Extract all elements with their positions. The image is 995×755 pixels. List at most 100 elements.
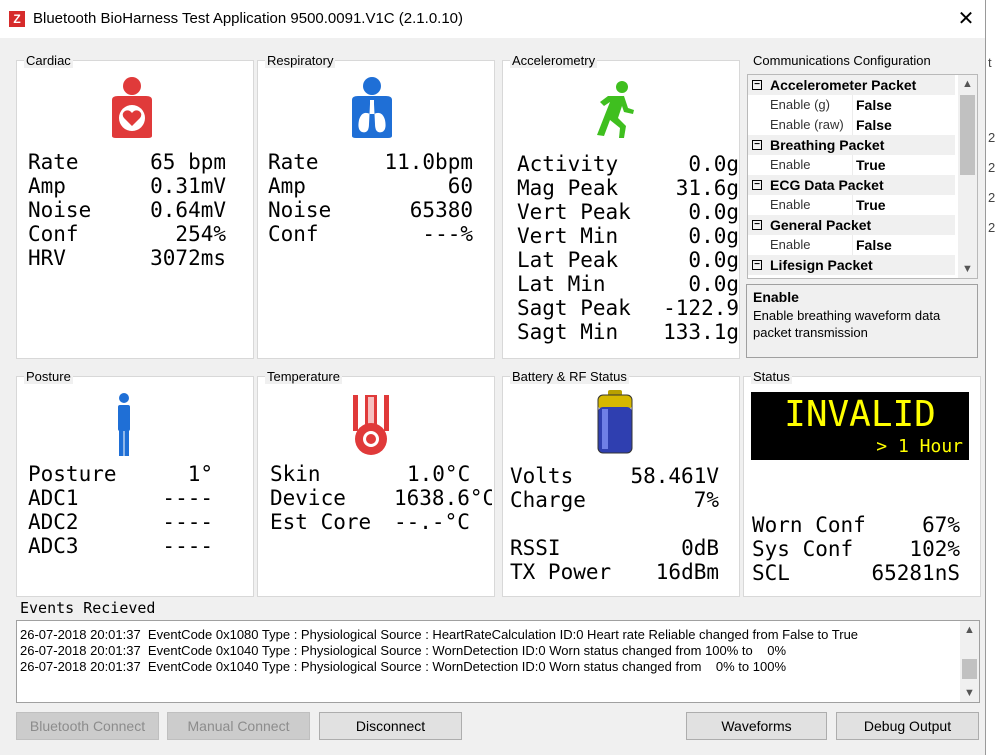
comms-scrollbar[interactable]: ▲ ▼ <box>958 75 977 278</box>
reading-value: 0.0g <box>688 200 739 224</box>
comms-title: Communications Configuration <box>751 53 933 68</box>
column-divider <box>852 235 853 255</box>
window-title: Bluetooth BioHarness Test Application 95… <box>33 10 464 27</box>
collapse-icon[interactable]: − <box>752 180 762 190</box>
reading-value: 60 <box>447 174 473 198</box>
reading-label: Sagt Peak <box>517 296 631 320</box>
status-readings: Worn Conf 67% Sys Conf 102% SCL 65281nS <box>752 513 974 589</box>
desc-title: Enable <box>753 289 799 305</box>
category-label: Accelerometer Packet <box>770 77 917 93</box>
property-value[interactable]: False <box>856 115 892 135</box>
reading-value: 3072ms <box>150 246 226 270</box>
reading-label: TX Power <box>510 560 612 584</box>
reading-label: ADC2 <box>28 510 79 534</box>
debug-output-button[interactable]: Debug Output <box>836 712 979 740</box>
property-value[interactable]: True <box>856 155 886 175</box>
reading-label: Activity <box>517 152 619 176</box>
status-duration: > 1 Hour <box>876 436 963 457</box>
reading-value: 16dBm <box>655 560 719 584</box>
reading-label: Worn Conf <box>752 513 866 537</box>
accelerometry-readings: Activity 0.0g Mag Peak 31.6g Vert Peak 0.0g Ve… <box>517 152 739 352</box>
property-row[interactable]: Enable (raw) False <box>748 115 955 135</box>
property-value[interactable]: True <box>856 195 886 215</box>
reading-label: Noise <box>28 198 92 222</box>
events-scrollbar[interactable]: ▲ ▼ <box>960 621 979 702</box>
title-bar: Z Bluetooth BioHarness Test Application … <box>0 0 985 38</box>
waveforms-button[interactable]: Waveforms <box>686 712 827 740</box>
collapse-icon[interactable]: − <box>752 260 762 270</box>
property-category[interactable]: − Accelerometer Packet <box>748 75 955 95</box>
category-label: General Packet <box>770 217 872 233</box>
posture-title: Posture <box>24 369 73 384</box>
property-name: Enable <box>770 237 811 252</box>
event-line[interactable]: 26-07-2018 20:01:37 EventCode 0x1080 Typ… <box>20 627 858 643</box>
reading-label: Lat Min <box>517 272 606 296</box>
scroll-down-icon[interactable]: ▼ <box>960 687 979 699</box>
scroll-up-icon[interactable]: ▲ <box>958 75 977 93</box>
reading-value: 7% <box>693 488 719 512</box>
reading-label: Charge <box>510 488 586 512</box>
property-category[interactable]: − General Packet <box>748 215 955 235</box>
reading-value: 102% <box>909 537 960 561</box>
respiratory-readings: Rate 11.0bpm Amp 60 Noise 65380 Conf ---% <box>268 150 483 260</box>
reading-value: 0.0g <box>688 152 739 176</box>
column-divider <box>852 155 853 175</box>
scroll-thumb[interactable] <box>960 95 975 175</box>
background-text: 2 <box>988 220 995 235</box>
reading-value: 0.31mV <box>150 174 226 198</box>
property-row[interactable]: Enable True <box>748 195 955 215</box>
collapse-icon[interactable]: − <box>752 140 762 150</box>
background-text: 2 <box>988 160 995 175</box>
reading-label: ADC1 <box>28 486 79 510</box>
reading-value: 1.0°C <box>407 462 471 486</box>
property-value[interactable]: False <box>856 235 892 255</box>
reading-label: Device <box>270 486 346 510</box>
property-row[interactable]: Enable True <box>748 155 955 175</box>
reading-label: Amp <box>268 174 306 198</box>
reading-label: Amp <box>28 174 66 198</box>
property-row[interactable]: Enable False <box>748 235 955 255</box>
manual-connect-button[interactable]: Manual Connect <box>167 712 310 740</box>
running-person-icon <box>597 81 634 138</box>
reading-label: RSSI <box>510 536 561 560</box>
scroll-down-icon[interactable]: ▼ <box>958 260 977 278</box>
reading-label: Lat Peak <box>517 248 619 272</box>
reading-label: SCL <box>752 561 790 585</box>
scroll-thumb[interactable] <box>962 659 977 679</box>
scroll-up-icon[interactable]: ▲ <box>960 624 979 636</box>
reading-value: 11.0bpm <box>384 150 473 174</box>
collapse-icon[interactable]: − <box>752 80 762 90</box>
category-label: Lifesign Packet <box>770 257 873 273</box>
property-category[interactable]: − Breathing Packet <box>748 135 955 155</box>
property-category[interactable]: − Lifesign Packet <box>748 255 955 275</box>
temperature-readings: Skin 1.0°C Device 1638.6°C Est Core --.-°C <box>270 462 492 542</box>
reading-value: -122.9 <box>663 296 739 320</box>
events-list[interactable]: 26-07-2018 20:01:37 EventCode 0x1040 Typ… <box>16 620 980 703</box>
event-line[interactable]: 26-07-2018 20:01:37 EventCode 0x1040 Typ… <box>20 643 786 659</box>
background-text: t <box>988 55 992 70</box>
reading-value: --.-°C <box>394 510 470 534</box>
property-name: Enable (raw) <box>770 117 844 132</box>
reading-value: 133.1g <box>663 320 739 344</box>
bluetooth-connect-button[interactable]: Bluetooth Connect <box>16 712 159 740</box>
close-button[interactable]: ✕ <box>952 6 980 32</box>
disconnect-button[interactable]: Disconnect <box>319 712 462 740</box>
property-category[interactable]: − ECG Data Packet <box>748 175 955 195</box>
reading-value: 0.64mV <box>150 198 226 222</box>
reading-label: Vert Peak <box>517 200 631 224</box>
event-line[interactable]: 26-07-2018 20:01:37 EventCode 0x1040 Typ… <box>20 659 786 675</box>
property-value[interactable]: False <box>856 95 892 115</box>
reading-label: Sagt Min <box>517 320 619 344</box>
standing-person-icon <box>118 393 130 456</box>
app-window: Z Bluetooth BioHarness Test Application … <box>0 0 986 755</box>
background-window-edge: t 2 2 2 2 <box>986 0 995 755</box>
status-title: Status <box>751 369 792 384</box>
respiratory-title: Respiratory <box>265 53 336 68</box>
property-row[interactable]: Enable (g) False <box>748 95 955 115</box>
collapse-icon[interactable]: − <box>752 220 762 230</box>
reading-value: 31.6g <box>675 176 739 200</box>
desc-text: Enable breathing waveform data packet tr… <box>753 308 941 340</box>
reading-label: Vert Min <box>517 224 619 248</box>
reading-label: Rate <box>268 150 319 174</box>
comms-property-grid[interactable]: − Lifesign Packet Enable False − General Pack… <box>747 74 978 279</box>
